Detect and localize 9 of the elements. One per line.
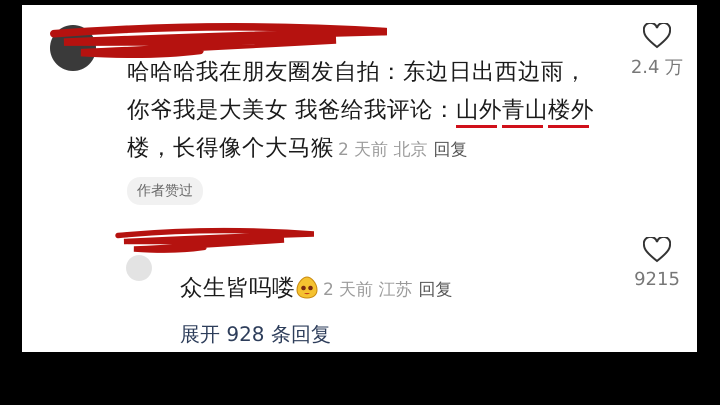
comment-text: 哈哈哈我在朋友圈发自拍：东边日出西边雨，你爷我是大美女 我爸给我评论：山外青山楼外 楼，长得像个大马猴 2 天前 北京 回复: [127, 58, 596, 163]
heart-icon[interactable]: [643, 23, 671, 49]
author-liked-badge: 作者赞过: [127, 177, 203, 205]
expand-replies-link[interactable]: 展开 928 条回复: [180, 321, 331, 348]
like-count: 9215: [634, 269, 680, 290]
like-count: 2.4 万: [630, 56, 684, 79]
heart-icon[interactable]: [643, 237, 671, 263]
emoji-icon: [295, 275, 319, 299]
comment-text: 众生皆吗喽 2 天前 江苏 回复: [180, 274, 454, 303]
